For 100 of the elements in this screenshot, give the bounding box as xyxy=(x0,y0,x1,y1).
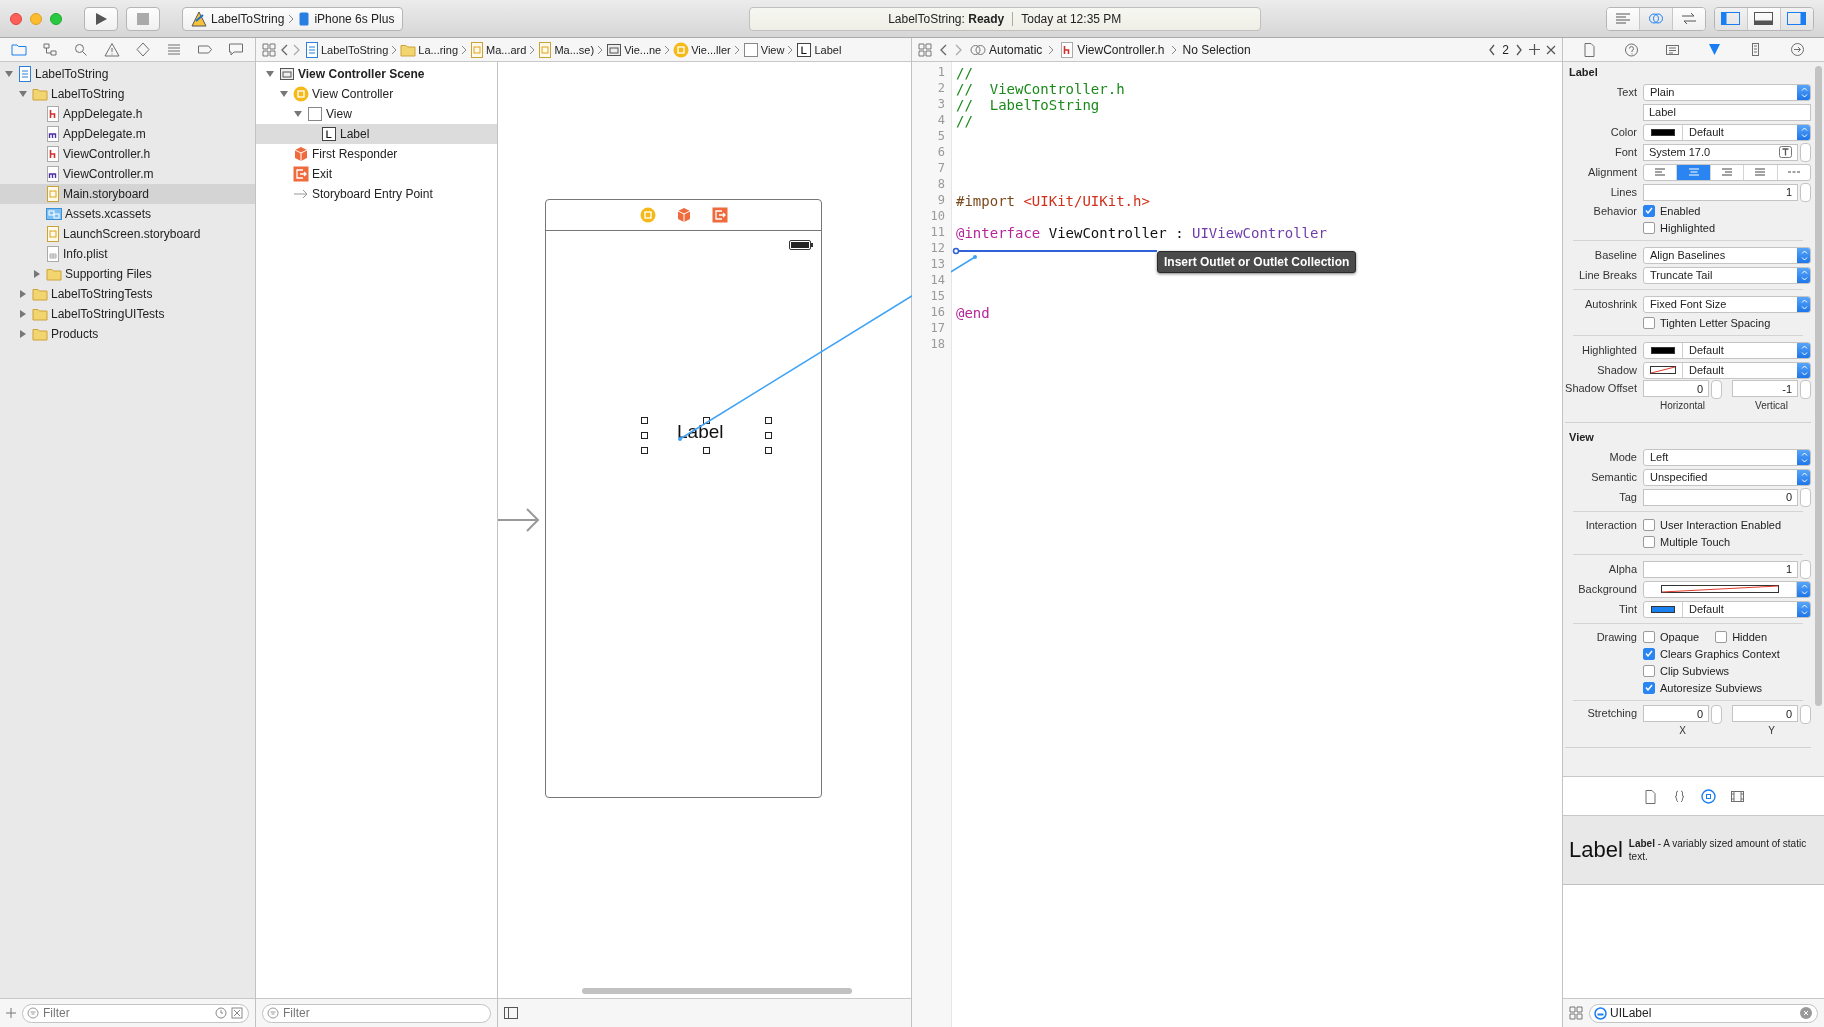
attributes-icon[interactable] xyxy=(1706,42,1722,57)
close-button[interactable] xyxy=(10,12,22,25)
checkbox[interactable] xyxy=(1643,535,1655,548)
checkbox-label[interactable]: Tighten Letter Spacing xyxy=(1660,316,1771,329)
clock-icon[interactable] xyxy=(215,1006,227,1019)
popup-button[interactable]: Fixed Font Size xyxy=(1643,295,1811,313)
panel-toggle-button[interactable] xyxy=(1715,7,1748,30)
checkbox-label[interactable]: Hidden xyxy=(1732,630,1767,643)
number-field[interactable]: 0 xyxy=(1643,705,1709,722)
navigator-item[interactable]: Products xyxy=(0,324,255,344)
jump-bar-item[interactable]: No Selection xyxy=(1182,42,1251,57)
outline-item[interactable]: View Controller Scene xyxy=(256,64,497,84)
editor-mode-button[interactable] xyxy=(1607,7,1640,30)
font-picker-icon[interactable] xyxy=(1779,146,1792,158)
outline-item[interactable]: View xyxy=(256,104,497,124)
jump-bar-item[interactable]: Ma...ard xyxy=(470,41,527,58)
jump-bar-item[interactable]: Automatic xyxy=(970,42,1043,57)
back-icon[interactable] xyxy=(279,43,289,56)
close-icon[interactable] xyxy=(1546,44,1556,55)
add-icon[interactable] xyxy=(1529,44,1540,55)
checkbox[interactable] xyxy=(1643,681,1655,694)
checkbox-label[interactable]: Enabled xyxy=(1660,204,1701,217)
clear-icon[interactable] xyxy=(1800,1006,1812,1019)
diamond-icon[interactable] xyxy=(135,42,152,57)
popup-button[interactable]: Left xyxy=(1643,448,1811,466)
tag-icon[interactable] xyxy=(197,42,214,57)
navigator-item[interactable]: LaunchScreen.storyboard xyxy=(0,224,255,244)
search-icon[interactable] xyxy=(72,42,89,57)
outline-item[interactable]: Storyboard Entry Point xyxy=(256,184,497,204)
filter-field[interactable]: Filter xyxy=(22,1003,249,1023)
outline-item[interactable]: Exit xyxy=(256,164,497,184)
navigator-item[interactable]: ViewController.m xyxy=(0,164,255,184)
navigator-item[interactable]: LabelToString xyxy=(0,64,255,84)
file-icon[interactable] xyxy=(1642,788,1658,804)
checkbox[interactable] xyxy=(1643,316,1655,329)
jump-bar-item[interactable]: Label xyxy=(796,41,842,58)
checkbox[interactable] xyxy=(1643,204,1655,217)
next-icon[interactable] xyxy=(1515,43,1523,56)
checkbox[interactable] xyxy=(1643,664,1655,677)
checkbox-label[interactable]: Highlighted xyxy=(1660,221,1716,234)
checkbox[interactable] xyxy=(1643,630,1655,643)
checkbox-label[interactable]: Opaque xyxy=(1660,630,1700,643)
checkbox-label[interactable]: Multiple Touch xyxy=(1660,535,1731,548)
navigator-item[interactable]: Supporting Files xyxy=(0,264,255,284)
minimize-button[interactable] xyxy=(30,12,42,25)
hierarchy-icon[interactable] xyxy=(41,42,58,57)
text-field[interactable]: Label xyxy=(1643,103,1811,121)
grid-icon[interactable] xyxy=(918,42,932,57)
popup-button[interactable]: Plain xyxy=(1643,83,1811,101)
film-icon[interactable] xyxy=(1729,788,1745,804)
jump-bar-item[interactable]: LabelToString xyxy=(305,41,389,58)
horizontal-scrollbar[interactable] xyxy=(582,988,852,994)
editor-mode-button[interactable] xyxy=(1673,7,1705,30)
checkbox[interactable] xyxy=(1643,518,1655,531)
color-popup-button[interactable]: Default xyxy=(1643,341,1811,359)
identity-card-icon[interactable] xyxy=(1665,42,1681,57)
panel-toggle-button[interactable] xyxy=(1781,7,1813,30)
navigator-item[interactable]: LabelToStringTests xyxy=(0,284,255,304)
navigator-item[interactable]: AppDelegate.m xyxy=(0,124,255,144)
color-popup-button[interactable]: Default xyxy=(1643,361,1811,379)
checkbox[interactable] xyxy=(1643,647,1655,660)
forward-icon[interactable] xyxy=(954,43,964,56)
popup-button[interactable]: Unspecified xyxy=(1643,468,1811,486)
file-icon[interactable] xyxy=(1582,42,1598,57)
checkbox[interactable] xyxy=(1643,221,1655,234)
number-field[interactable]: -1 xyxy=(1732,380,1798,397)
jump-bar-item[interactable]: La...ring xyxy=(400,42,459,57)
checkbox-label[interactable]: Autoresize Subviews xyxy=(1660,681,1763,694)
outline-item[interactable]: Label xyxy=(256,124,497,144)
checkbox[interactable] xyxy=(1715,630,1728,643)
font-field[interactable]: System 17.0 xyxy=(1643,143,1798,161)
jump-bar-item[interactable]: Ma...se) xyxy=(538,41,595,58)
run-button[interactable] xyxy=(84,6,118,31)
navigator-item[interactable]: LabelToStringUITests xyxy=(0,304,255,324)
color-popup-button[interactable]: Default xyxy=(1643,600,1811,618)
color-popup-button[interactable]: Default xyxy=(1643,123,1811,141)
number-field[interactable]: 1 xyxy=(1643,560,1798,578)
scrollbar-thumb[interactable] xyxy=(1815,66,1822,706)
scheme-selector[interactable]: LabelToString iPhone 6s Plus xyxy=(182,6,404,31)
folder-icon[interactable] xyxy=(10,42,27,57)
warning-icon[interactable] xyxy=(103,42,120,57)
scheme-name[interactable]: LabelToString xyxy=(211,11,285,26)
run-destination[interactable]: iPhone 6s Plus xyxy=(314,11,395,26)
zoom-button[interactable] xyxy=(50,12,62,25)
sidebar-toggle-icon[interactable] xyxy=(504,1007,518,1019)
navigator-item[interactable]: Main.storyboard xyxy=(0,184,255,204)
number-field[interactable]: 0 xyxy=(1643,380,1709,397)
color-popup-button[interactable] xyxy=(1643,580,1811,598)
previous-icon[interactable] xyxy=(1488,43,1497,56)
help-icon[interactable] xyxy=(1623,42,1639,57)
checkbox-label[interactable]: Clip Subviews xyxy=(1660,664,1730,677)
box-icon[interactable] xyxy=(231,1006,243,1019)
alignment-segment[interactable] xyxy=(1677,164,1711,180)
outline-item[interactable]: First Responder xyxy=(256,144,497,164)
jump-bar-item[interactable]: Vie...ne xyxy=(606,42,662,57)
jump-bar-item[interactable]: View xyxy=(742,41,785,58)
navigator-item[interactable]: ViewController.h xyxy=(0,144,255,164)
library-filter-field[interactable]: UILabel xyxy=(1589,1003,1818,1023)
navigator-item[interactable]: AppDelegate.h xyxy=(0,104,255,124)
stop-button[interactable] xyxy=(126,6,160,31)
